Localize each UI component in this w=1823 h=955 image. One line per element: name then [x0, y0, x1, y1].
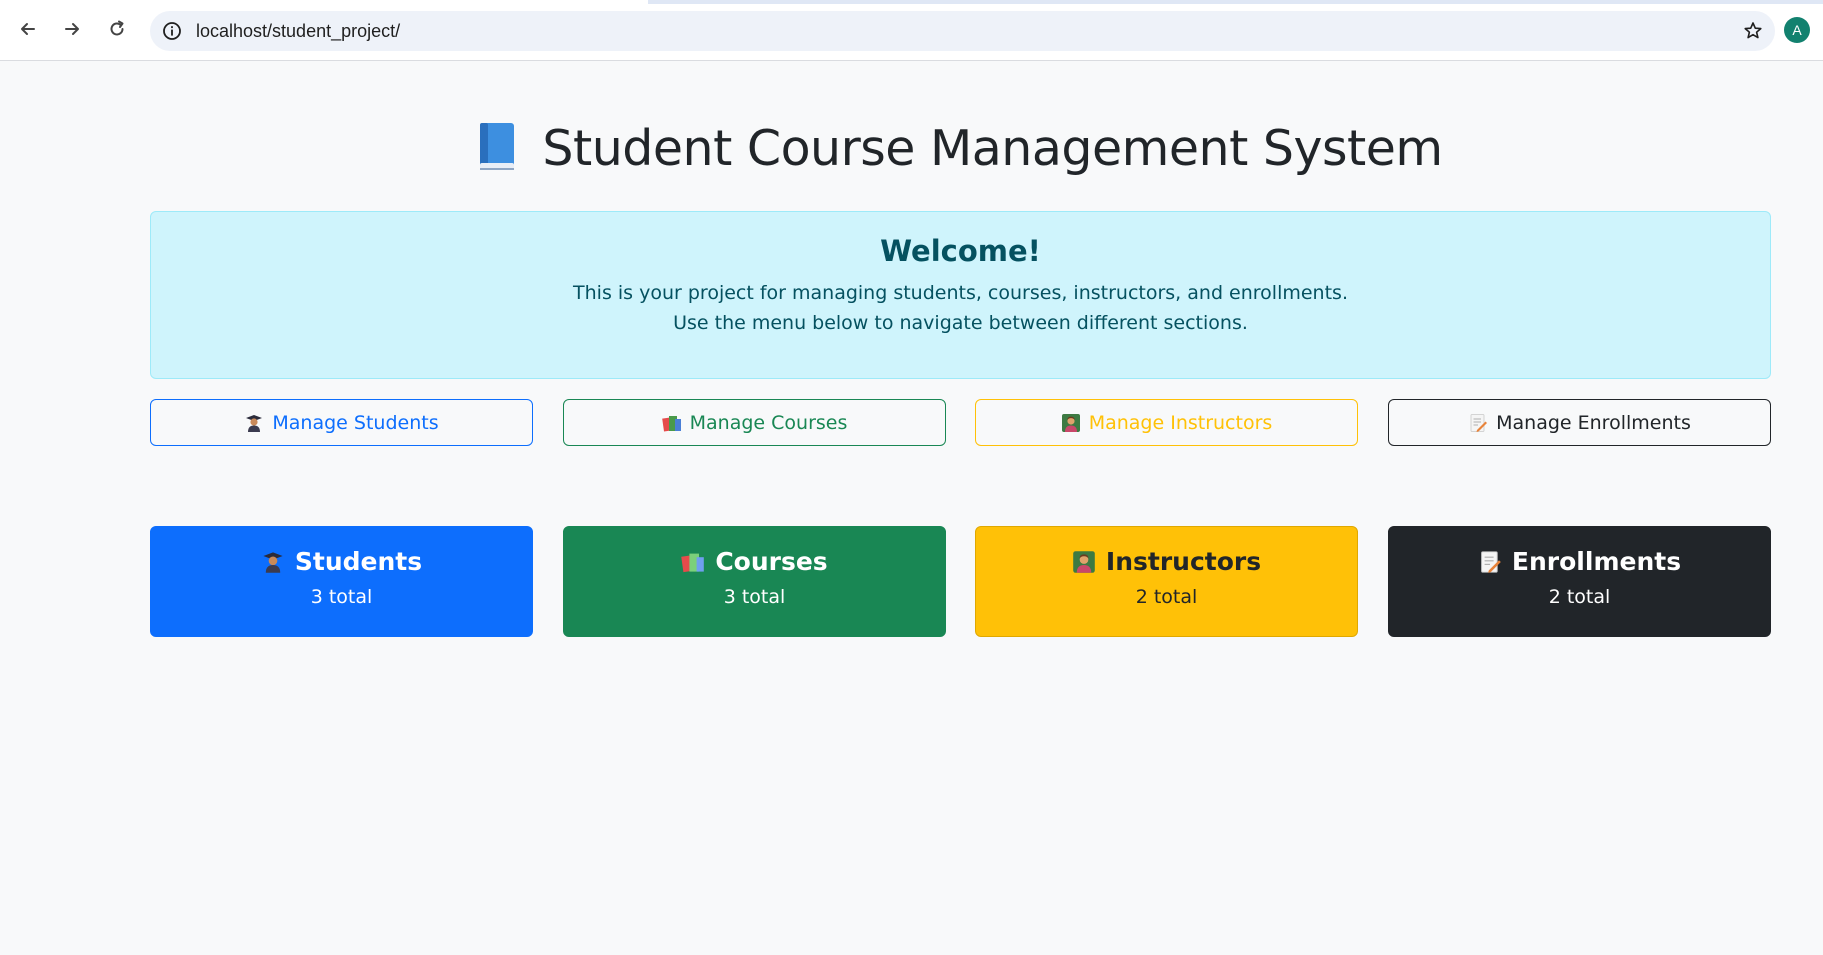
enrollments-count: 2 total	[1548, 586, 1611, 608]
manage-students-button[interactable]: Manage Students	[150, 399, 533, 446]
manage-enrollments-label: Manage Enrollments	[1496, 411, 1691, 434]
teacher-icon	[1072, 550, 1096, 574]
blue-book-icon	[478, 121, 516, 171]
instructors-card: Instructors 2 total	[975, 526, 1358, 637]
reload-button[interactable]	[101, 13, 133, 45]
courses-card: Courses 3 total	[563, 526, 946, 637]
memo-icon	[1478, 550, 1502, 574]
reload-icon	[110, 20, 124, 36]
manage-instructors-button[interactable]: Manage Instructors	[975, 399, 1358, 446]
welcome-text-line2: Use the menu below to navigate between d…	[673, 312, 1248, 334]
welcome-alert: Welcome! This is your project for managi…	[150, 211, 1771, 379]
active-tab[interactable]	[0, 0, 648, 4]
forward-button[interactable]	[56, 13, 88, 45]
page-title-text: Student Course Management System	[542, 120, 1443, 177]
students-card-label: Students	[294, 547, 423, 576]
instructors-card-label: Instructors	[1105, 547, 1262, 576]
memo-icon	[1468, 413, 1488, 433]
courses-count: 3 total	[723, 586, 786, 608]
enrollments-card: Enrollments 2 total	[1388, 526, 1771, 637]
back-button[interactable]	[12, 13, 44, 45]
student-icon	[261, 550, 285, 574]
books-icon	[681, 550, 705, 574]
stats-cards: Students 3 total Courses 3 total Instruc…	[150, 526, 1771, 637]
enrollments-card-title: Enrollments	[1389, 547, 1770, 576]
welcome-heading: Welcome!	[880, 234, 1041, 268]
instructors-card-title: Instructors	[976, 547, 1357, 576]
courses-card-title: Courses	[564, 547, 945, 576]
students-count: 3 total	[310, 586, 373, 608]
url-text[interactable]: localhost/student_project/	[196, 11, 400, 51]
welcome-text-line1: This is your project for managing studen…	[573, 282, 1348, 304]
manage-students-label: Manage Students	[272, 411, 439, 434]
enrollments-card-label: Enrollments	[1511, 547, 1682, 576]
profile-avatar[interactable]: A	[1784, 17, 1810, 43]
tab-strip	[0, 0, 1823, 4]
back-arrow-icon	[21, 23, 35, 35]
courses-card-label: Courses	[715, 547, 828, 576]
manage-enrollments-button[interactable]: Manage Enrollments	[1388, 399, 1771, 446]
manage-courses-button[interactable]: Manage Courses	[563, 399, 946, 446]
teacher-icon	[1061, 413, 1081, 433]
browser-toolbar: localhost/student_project/ A	[0, 0, 1823, 61]
students-card-title: Students	[151, 547, 532, 576]
instructors-count: 2 total	[1135, 586, 1198, 608]
site-info-icon[interactable]	[160, 19, 184, 43]
student-icon	[244, 413, 264, 433]
manage-courses-label: Manage Courses	[689, 411, 848, 434]
books-icon	[661, 413, 682, 433]
address-bar[interactable]: localhost/student_project/	[150, 11, 1775, 51]
navigation-menu: Manage Students Manage Courses Manage In…	[150, 399, 1771, 446]
bookmark-star-icon[interactable]	[1741, 19, 1765, 43]
forward-arrow-icon	[65, 23, 79, 35]
manage-instructors-label: Manage Instructors	[1088, 411, 1273, 434]
page-title: Student Course Management System	[150, 120, 1771, 177]
students-card: Students 3 total	[150, 526, 533, 637]
